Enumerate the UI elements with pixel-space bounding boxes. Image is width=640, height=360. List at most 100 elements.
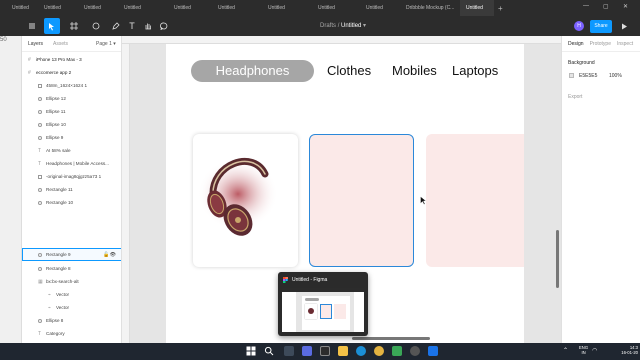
tab-layers[interactable]: Layers <box>28 41 43 47</box>
background-color-swatch[interactable] <box>569 73 574 78</box>
layer-item[interactable]: ▦ bx:bx-search-alt <box>22 275 121 288</box>
page-name: Page 1 <box>96 41 112 47</box>
browser-tab[interactable]: Untitled <box>0 0 36 16</box>
product-card[interactable] <box>193 134 298 267</box>
tab-inspect[interactable]: Inspect <box>617 41 633 47</box>
rail-number: 50 <box>0 37 7 43</box>
browser-tab[interactable]: Untitled <box>356 0 396 16</box>
vertical-scrollbar[interactable] <box>556 230 559 288</box>
tab-prototype[interactable]: Prototype <box>590 41 611 47</box>
maximize-icon[interactable]: ▢ <box>603 3 609 10</box>
layer-label: Ellipse 11 <box>46 109 66 114</box>
app-icon[interactable] <box>392 346 402 356</box>
clock-date: 16-01-20 <box>621 350 638 355</box>
search-icon[interactable] <box>264 346 274 356</box>
layer-item[interactable]: 458m_1624×1624 1 <box>22 79 121 92</box>
layer-item[interactable]: Ellipse 11 <box>22 105 121 118</box>
ruler-left <box>122 44 130 343</box>
shape-icon[interactable] <box>88 18 104 34</box>
nav-pill-headphones[interactable]: Headphones <box>191 60 314 82</box>
layer-label: Category <box>46 331 65 336</box>
breadcrumb-folder[interactable]: Drafts <box>320 23 336 29</box>
settings-icon[interactable] <box>410 346 420 356</box>
nav-item-mobiles[interactable]: Mobiles <box>392 63 437 78</box>
nav-item-laptops[interactable]: Laptops <box>452 63 498 78</box>
chrome-icon[interactable] <box>374 346 384 356</box>
browser-tab[interactable]: Untitled <box>76 0 116 16</box>
browser-tab[interactable]: Untitled <box>156 0 206 16</box>
comment-icon[interactable] <box>156 18 172 34</box>
layer-label: eccomerce app 2 <box>36 70 72 75</box>
text-layer-icon: T <box>38 147 42 154</box>
file-breadcrumb[interactable]: Drafts / Untitled ▾ <box>320 22 366 29</box>
tab-assets[interactable]: Assets <box>53 41 68 47</box>
layer-item[interactable]: ⌁ Vector <box>22 301 121 314</box>
share-button[interactable]: Share <box>590 20 612 33</box>
tab-design[interactable]: Design <box>568 41 584 47</box>
chevron-up-icon[interactable]: ⌃ <box>563 347 568 354</box>
frame-icon[interactable] <box>66 18 82 34</box>
text-icon[interactable]: T <box>124 18 140 34</box>
layer-item[interactable]: -original-imag8qjgzz5a73 1 <box>22 170 121 183</box>
layer-item[interactable]: Rectangle 11 <box>22 183 121 196</box>
minimize-icon[interactable]: — <box>583 3 589 9</box>
layer-item[interactable]: Ellipse 12 <box>22 92 121 105</box>
layer-item[interactable]: Rectangle 10 <box>22 196 121 209</box>
layer-item[interactable]: Rectangle 8 <box>22 262 121 275</box>
text-layer-icon: T <box>38 160 42 167</box>
product-card-selected[interactable] <box>309 134 414 267</box>
layer-item[interactable]: Ellipse 9 <box>22 131 121 144</box>
layer-item[interactable]: # eccomerce app 2 <box>22 66 121 79</box>
chevron-down-icon[interactable]: ▾ <box>363 23 366 29</box>
pen-icon[interactable] <box>108 18 124 34</box>
edge-icon[interactable] <box>356 346 366 356</box>
horizontal-scrollbar[interactable] <box>352 337 430 340</box>
taskbar-thumbnail[interactable]: Untitled - Figma <box>278 272 368 336</box>
windows-start-icon[interactable] <box>246 346 256 356</box>
layer-item[interactable]: T AI 58% sale <box>22 144 121 157</box>
browser-tab[interactable]: Untitled <box>306 0 356 16</box>
lock-eye-icon[interactable]: 🔓👁 <box>103 252 116 258</box>
browser-tab-active[interactable]: Untitled <box>460 0 494 16</box>
hand-icon[interactable] <box>140 18 156 34</box>
browser-tab[interactable]: Untitled <box>206 0 256 16</box>
play-icon[interactable] <box>618 20 630 33</box>
windows-taskbar: ⌃ ENG IN ◠ 14:3 16-01-20 <box>0 343 640 360</box>
main-menu-icon[interactable] <box>24 18 40 34</box>
close-icon[interactable]: ✕ <box>623 3 628 10</box>
figma-taskbar-icon[interactable] <box>320 346 330 356</box>
app-icon[interactable] <box>428 346 438 356</box>
product-card[interactable] <box>426 134 524 267</box>
system-clock[interactable]: 14:3 16-01-20 <box>602 345 638 355</box>
export-heading[interactable]: Export <box>568 94 582 100</box>
layer-item[interactable]: T Headphones | Mobile Access... <box>22 157 121 170</box>
layer-item[interactable]: # iPhone 13 Pro Max - 3 <box>22 53 121 66</box>
file-explorer-icon[interactable] <box>338 346 348 356</box>
layer-label: iPhone 13 Pro Max - 3 <box>36 57 82 62</box>
browser-tab[interactable]: Untitled <box>256 0 306 16</box>
layer-item[interactable]: Ellipse 8 <box>22 314 121 327</box>
browser-tab[interactable]: Untitled <box>116 0 156 16</box>
file-name[interactable]: Untitled <box>341 23 361 29</box>
task-view-icon[interactable] <box>284 346 294 356</box>
nav-item-clothes[interactable]: Clothes <box>327 63 371 78</box>
rectangle-icon <box>38 266 42 271</box>
wifi-icon[interactable]: ◠ <box>592 347 597 354</box>
language-indicator[interactable]: ENG IN <box>579 345 588 355</box>
teams-icon[interactable] <box>302 346 312 356</box>
new-tab-icon[interactable]: + <box>494 4 503 13</box>
frame-icon: # <box>28 69 31 76</box>
move-icon[interactable] <box>44 18 60 34</box>
browser-tab[interactable]: Untitled <box>36 0 76 16</box>
page-selector[interactable]: Page 1 ▾ <box>96 41 116 47</box>
layer-label: 458m_1624×1624 1 <box>46 83 87 88</box>
layer-item[interactable]: Ellipse 10 <box>22 118 121 131</box>
layer-item[interactable]: ⌁ Vector <box>22 288 121 301</box>
browser-tab[interactable]: Dribbble Mockup (C... <box>396 0 460 16</box>
background-opacity-input[interactable]: 100% <box>609 73 622 79</box>
layer-item[interactable]: T Category <box>22 327 121 340</box>
avatar[interactable]: H <box>574 21 584 31</box>
layer-item-selected[interactable]: Rectangle 9 🔓👁 <box>22 248 121 261</box>
background-hex-input[interactable]: E5E5E5 <box>579 73 597 79</box>
ellipse-icon <box>38 109 42 114</box>
